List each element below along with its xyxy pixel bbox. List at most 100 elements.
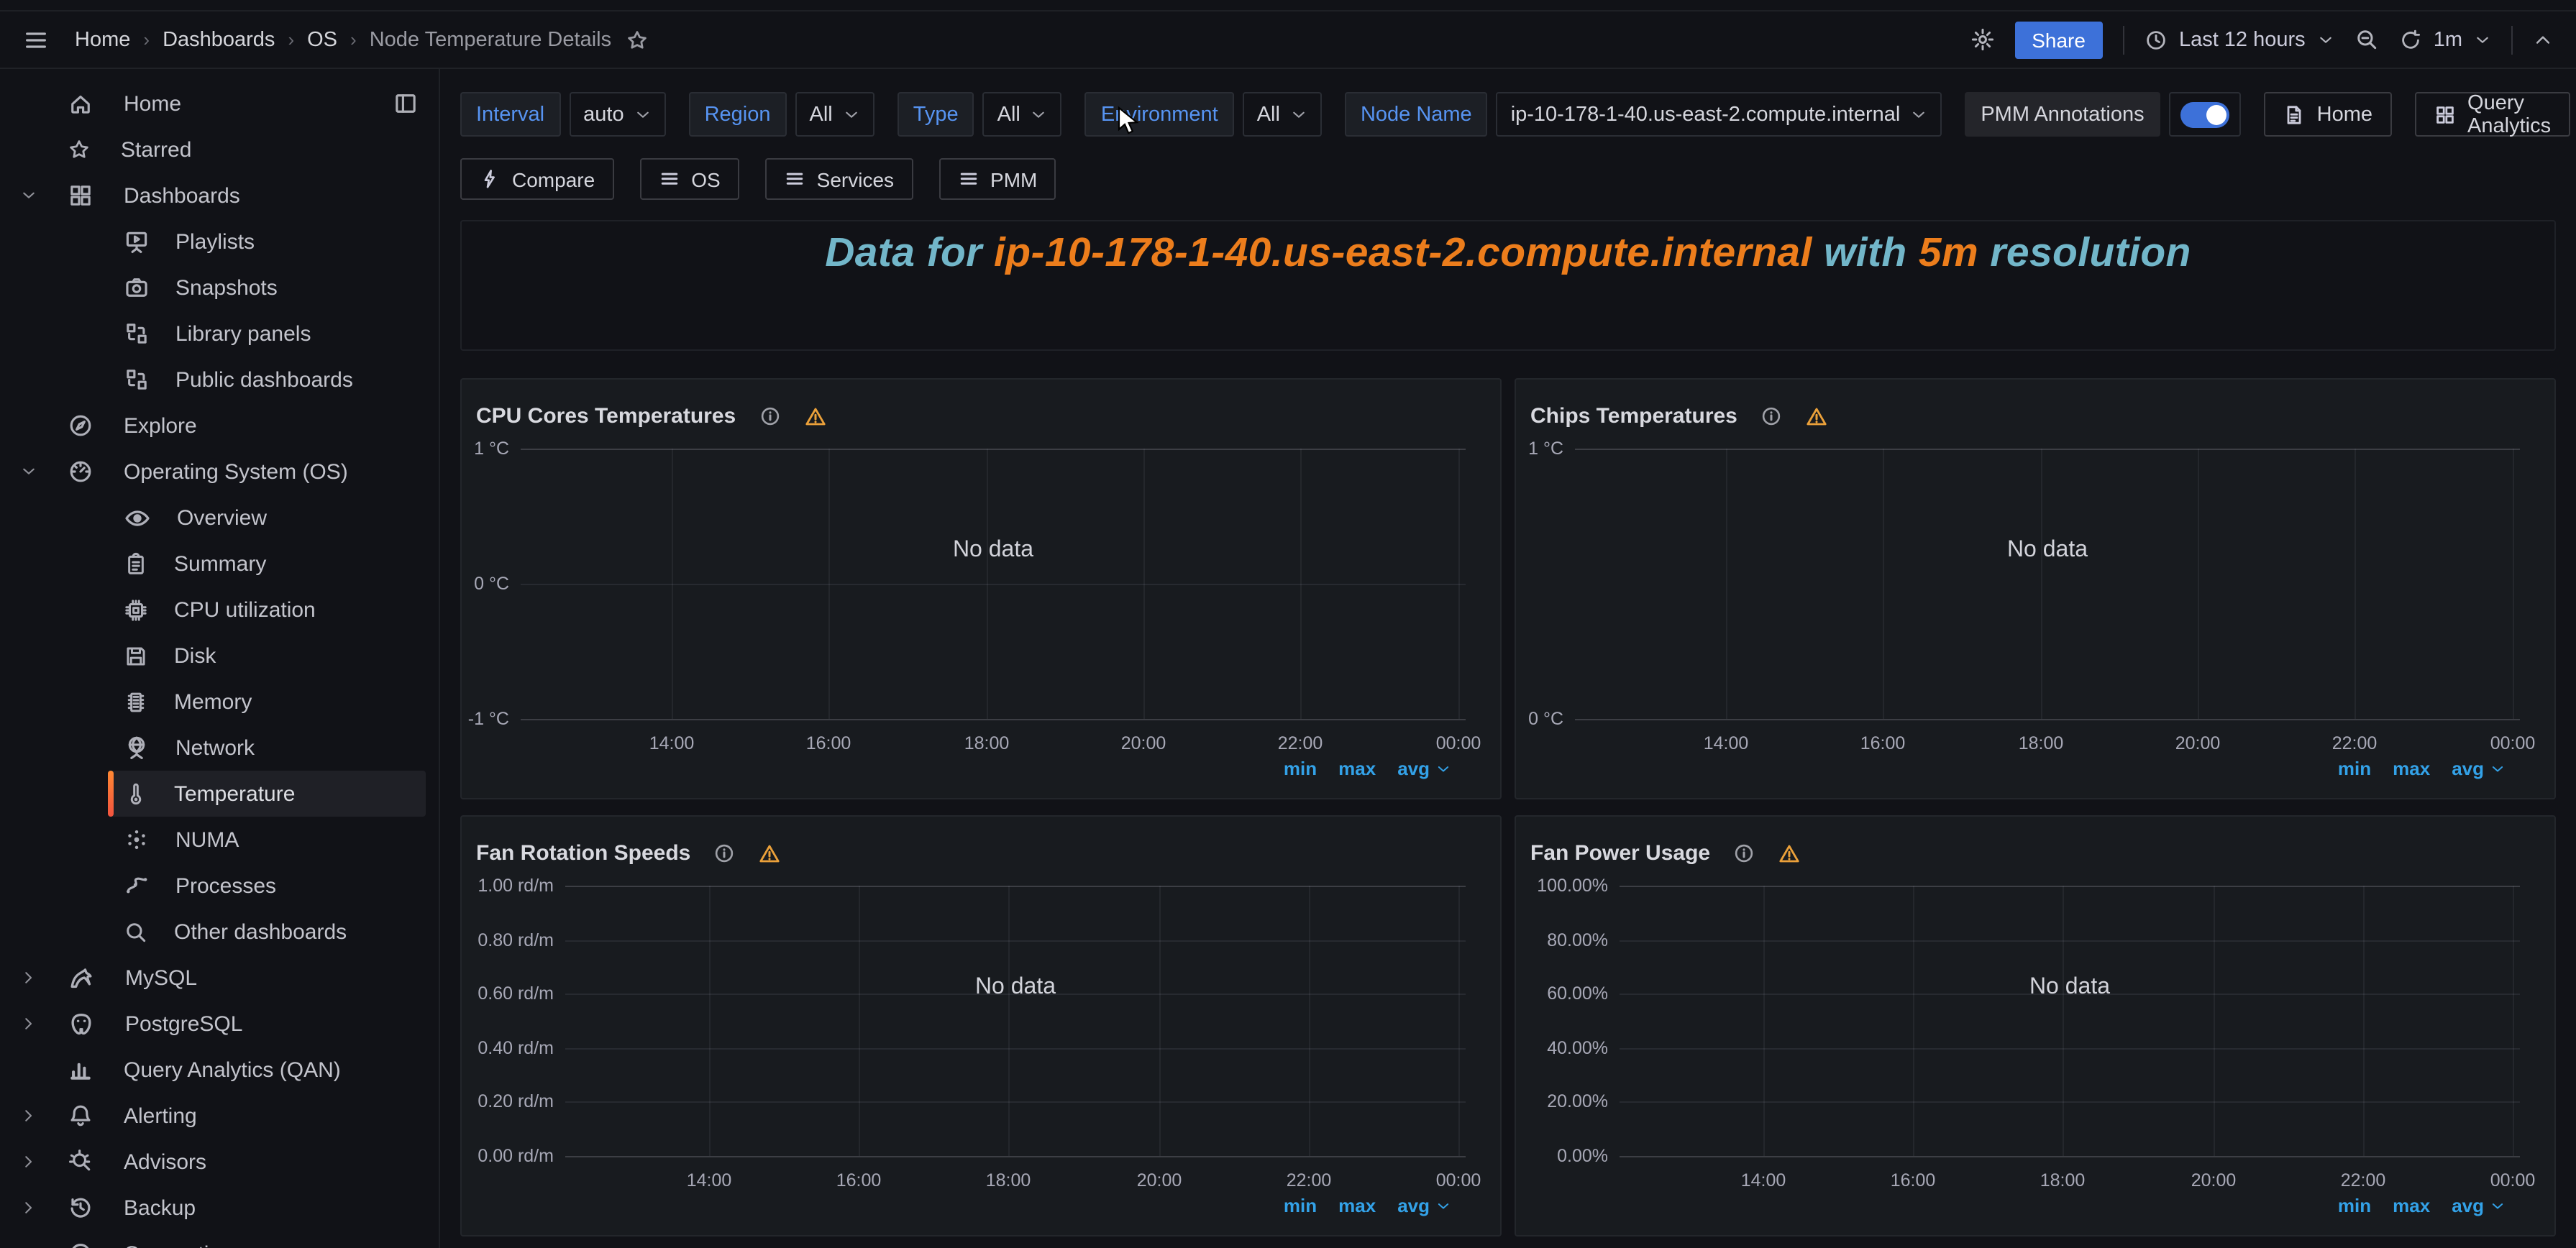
pmm-button[interactable]: PMM (938, 158, 1056, 200)
sidebar-item-query-analytics-qan[interactable]: Query Analytics (QAN) (0, 1047, 439, 1093)
legend-item-min[interactable]: min (1284, 1195, 1317, 1216)
legend-item-min[interactable]: min (2338, 758, 2371, 779)
breadcrumb-item[interactable]: Dashboards (163, 28, 275, 51)
chevron-down-icon[interactable] (20, 187, 43, 204)
breadcrumb-item[interactable]: Home (75, 28, 130, 51)
list-icon (658, 168, 680, 190)
panel-fan-power-usage: Fan Power Usage100.00%80.00%60.00%40.00%… (1515, 815, 2556, 1236)
legend-item-avg[interactable]: avg (2452, 1195, 2506, 1216)
gear-icon[interactable] (1970, 27, 1994, 52)
sidebar-item-disk[interactable]: Disk (0, 633, 439, 679)
legend-item-min[interactable]: min (1284, 758, 1317, 779)
x-axis-tick-label: 16:00 (1832, 733, 1933, 753)
sidebar-item-starred[interactable]: Starred (0, 127, 439, 173)
sidebar-item-summary[interactable]: Summary (0, 541, 439, 587)
sidebar-item-connections[interactable]: Connections (0, 1231, 439, 1248)
grid-icon (2433, 103, 2456, 126)
x-axis-tick-label: 22:00 (2304, 733, 2405, 753)
chevron-right-icon[interactable] (20, 1245, 43, 1248)
legend-item-max[interactable]: max (2393, 758, 2430, 779)
query-analytics-button[interactable]: Query Analytics (2414, 92, 2570, 137)
sidebar-item-explore[interactable]: Explore (0, 403, 439, 449)
warning-icon[interactable] (1778, 842, 1801, 865)
caret-up-icon[interactable] (2533, 29, 2553, 50)
info-icon[interactable] (1760, 405, 1782, 427)
x-gridline (1726, 449, 1727, 719)
filter-value-dropdown[interactable]: auto (569, 92, 665, 137)
no-data-message: No data (565, 975, 1466, 1001)
chevron-right-icon[interactable] (20, 1153, 43, 1170)
sidebar-item-dashboards[interactable]: Dashboards (0, 173, 439, 219)
legend-item-min[interactable]: min (2338, 1195, 2371, 1216)
chevron-right-icon[interactable] (20, 969, 43, 986)
chevron-down-icon (1435, 760, 1451, 777)
list-icon (957, 168, 979, 190)
breadcrumb-item[interactable]: OS (307, 28, 337, 51)
favorite-star-icon[interactable] (626, 28, 649, 51)
legend-item-max[interactable]: max (2393, 1195, 2430, 1216)
breadcrumb-item[interactable]: Node Temperature Details (370, 28, 611, 51)
eye-icon (124, 504, 151, 531)
sidebar-item-snapshots[interactable]: Snapshots (0, 265, 439, 311)
sidebar-item-processes[interactable]: Processes (0, 863, 439, 909)
filter-value-dropdown[interactable]: ip-10-178-1-40.us-east-2.compute.interna… (1497, 92, 1942, 137)
sidebar-item-network[interactable]: Network (0, 725, 439, 771)
chevron-right-icon[interactable] (20, 1107, 43, 1124)
info-icon[interactable] (1733, 843, 1755, 864)
sidebar-item-backup[interactable]: Backup (0, 1185, 439, 1231)
plot-area: No data (1620, 886, 2520, 1156)
sidebar-item-postgresql[interactable]: PostgreSQL (0, 1001, 439, 1047)
y-axis-tick-label: 1 °C (462, 437, 509, 460)
share-button[interactable]: Share (2014, 21, 2103, 58)
star-icon (68, 138, 91, 161)
zoom-out-icon[interactable] (2355, 27, 2379, 52)
info-icon[interactable] (759, 405, 780, 427)
sidebar-item-numa[interactable]: NUMA (0, 817, 439, 863)
sidebar-item-label: Network (175, 735, 255, 760)
mouse-cursor (1118, 106, 1139, 144)
panel-header: Fan Rotation Speeds (476, 841, 781, 866)
home-button[interactable]: Home (2264, 92, 2391, 137)
pmm-annotations-toggle[interactable] (2169, 92, 2241, 137)
header-divider (2123, 25, 2124, 54)
warning-icon[interactable] (1805, 405, 1828, 428)
sidebar-item-advisors[interactable]: Advisors (0, 1139, 439, 1185)
filter-value-dropdown[interactable]: All (795, 92, 874, 137)
collapse-sidebar-icon[interactable] (393, 91, 419, 116)
filter-value-dropdown[interactable]: All (1243, 92, 1322, 137)
warning-icon[interactable] (803, 405, 826, 428)
sidebar-item-memory[interactable]: Memory (0, 679, 439, 725)
chevron-down-icon (843, 106, 860, 123)
home-button-label: Home (2317, 103, 2372, 126)
legend-item-max[interactable]: max (1338, 1195, 1376, 1216)
sidebar-item-operating-system-os[interactable]: Operating System (OS) (0, 449, 439, 495)
chevron-right-icon[interactable] (20, 1015, 43, 1032)
legend-item-avg[interactable]: avg (1397, 758, 1451, 779)
x-gridline (1458, 886, 1460, 1156)
chevron-down-icon[interactable] (20, 463, 43, 480)
sidebar-item-playlists[interactable]: Playlists (0, 219, 439, 265)
refresh-picker[interactable]: 1m (2399, 28, 2491, 51)
compare-button[interactable]: Compare (460, 158, 613, 200)
sidebar-item-library-panels[interactable]: Library panels (0, 311, 439, 357)
legend-item-max[interactable]: max (1338, 758, 1376, 779)
legend-item-avg[interactable]: avg (2452, 758, 2506, 779)
hamburger-menu-icon[interactable] (23, 27, 49, 52)
legend-label: max (1338, 1195, 1376, 1216)
sidebar-item-alerting[interactable]: Alerting (0, 1093, 439, 1139)
chevron-right-icon[interactable] (20, 1199, 43, 1216)
sidebar-item-temperature[interactable]: Temperature (0, 771, 439, 817)
sidebar-item-overview[interactable]: Overview (0, 495, 439, 541)
services-button[interactable]: Services (765, 158, 913, 200)
sidebar-item-cpu-utilization[interactable]: CPU utilization (0, 587, 439, 633)
time-range-picker[interactable]: Last 12 hours (2145, 28, 2334, 51)
warning-icon[interactable] (758, 842, 781, 865)
os-button[interactable]: OS (639, 158, 739, 200)
legend-item-avg[interactable]: avg (1397, 1195, 1451, 1216)
sidebar-item-other-dashboards[interactable]: Other dashboards (0, 909, 439, 955)
sidebar-item-home[interactable]: Home (0, 81, 439, 127)
filter-value-dropdown[interactable]: All (983, 92, 1062, 137)
sidebar-item-public-dashboards[interactable]: Public dashboards (0, 357, 439, 403)
sidebar-item-mysql[interactable]: MySQL (0, 955, 439, 1001)
info-icon[interactable] (713, 843, 735, 864)
